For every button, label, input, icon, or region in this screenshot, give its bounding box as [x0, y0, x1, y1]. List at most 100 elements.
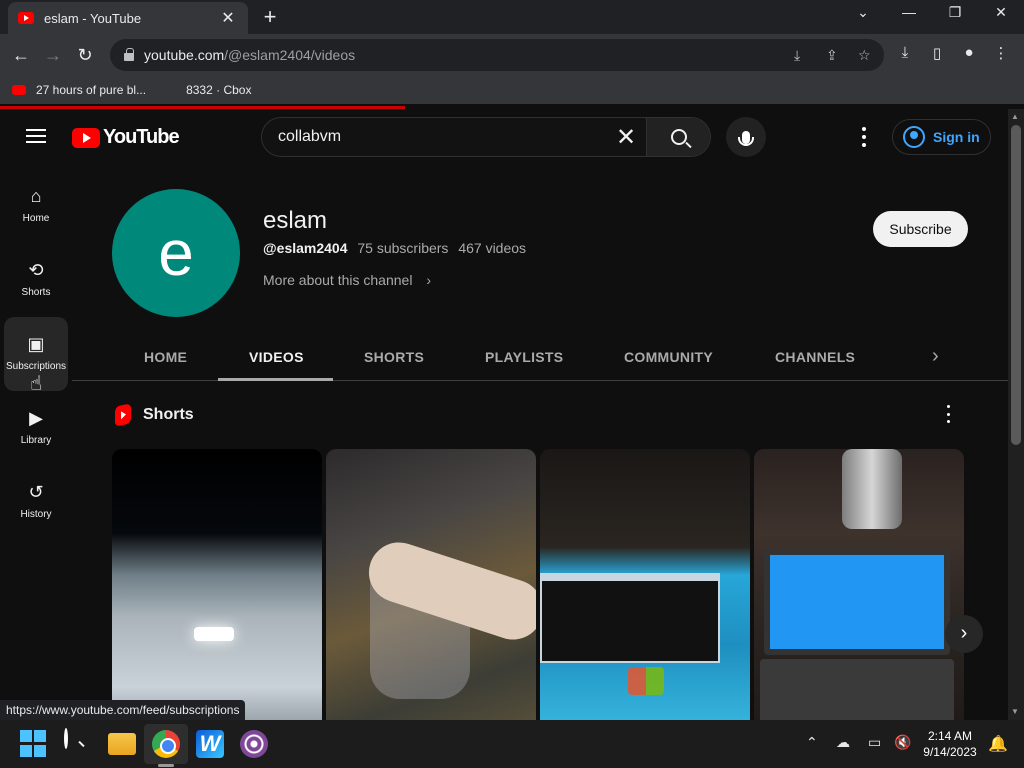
channel-name: eslam [263, 207, 328, 234]
guide-label: History [20, 509, 52, 520]
chrome-menu-icon[interactable]: ⋮ [990, 44, 1012, 62]
file-explorer-icon[interactable] [108, 733, 136, 755]
subscriptions-icon: ▣ [27, 334, 45, 354]
guide-item-history[interactable]: ↺ History [4, 465, 68, 539]
short-thumbnail[interactable] [754, 449, 964, 720]
tab-videos[interactable]: VIDEOS [249, 349, 304, 365]
shorts-logo-icon [115, 403, 131, 427]
guide-menu-icon[interactable] [26, 129, 46, 143]
tor-browser-icon[interactable] [240, 730, 268, 758]
account-icon [903, 126, 925, 148]
browser-tab-strip: eslam - YouTube ✕ + ⌄ — ❐ ✕ [0, 0, 1024, 34]
hand-cursor-icon: ☝ [30, 373, 43, 395]
selected-tab-indicator [218, 378, 333, 381]
tab-channels[interactable]: CHANNELS [775, 349, 855, 365]
shorts-shelf-title: Shorts [143, 406, 194, 423]
close-window-button[interactable]: ✕ [986, 4, 1016, 21]
channel-tabs: HOME VIDEOS SHORTS PLAYLISTS COMMUNITY C… [72, 337, 1008, 381]
bookmark-label: 27 hours of pure bl... [36, 83, 147, 97]
channel-avatar[interactable]: e [112, 189, 240, 317]
w-app-icon[interactable]: W [196, 730, 224, 758]
network-icon[interactable]: ▭ [868, 734, 881, 751]
short-thumbnail[interactable] [326, 449, 536, 720]
page-scrollbar[interactable]: ▲ ▼ [1008, 109, 1024, 720]
guide-item-shorts[interactable]: ⟲ Shorts [4, 243, 68, 317]
tab-shorts[interactable]: SHORTS [364, 349, 424, 365]
youtube-play-icon [72, 127, 100, 148]
chrome-icon[interactable] [152, 730, 180, 758]
taskbar-clock[interactable]: 2:14 AM 9/14/2023 [922, 728, 978, 760]
voice-search-button[interactable] [726, 117, 766, 157]
close-tab-icon[interactable]: ✕ [218, 8, 238, 28]
profile-icon[interactable]: ● [958, 44, 980, 61]
video-count: 467 videos [458, 240, 527, 256]
new-tab-button[interactable]: + [258, 4, 282, 30]
reload-button[interactable]: ↻ [72, 42, 98, 68]
search-button[interactable] [646, 118, 710, 156]
browser-toolbar: ← → ↻ youtube.com/@eslam2404/videos ⤓ ⇪ … [0, 34, 1024, 76]
channel-handle: @eslam2404 [263, 240, 348, 256]
short-thumbnail[interactable] [540, 449, 750, 720]
scroll-down-icon[interactable]: ▼ [1011, 707, 1019, 716]
show-hidden-icons-icon[interactable]: ⌃ [806, 734, 818, 751]
scroll-up-icon[interactable]: ▲ [1011, 112, 1019, 121]
taskbar-search-button[interactable] [64, 728, 92, 758]
shelf-menu-icon[interactable] [942, 405, 954, 423]
start-button[interactable] [20, 730, 48, 758]
tabs-next-icon[interactable]: › [932, 345, 939, 368]
tab-title: eslam - YouTube [44, 10, 142, 26]
link-status-bubble: https://www.youtube.com/feed/subscriptio… [0, 700, 246, 720]
tab-community[interactable]: COMMUNITY [624, 349, 713, 365]
downloads-icon[interactable]: ⤓ [894, 44, 916, 61]
clock-time: 2:14 AM [927, 729, 973, 743]
bookmark-item[interactable]: 8332 · Cbox [186, 83, 251, 97]
shorts-icon: ⟲ [28, 260, 44, 280]
youtube-favicon-icon [18, 12, 34, 24]
youtube-logo-text: YouTube [103, 126, 180, 148]
short-thumbnail[interactable] [112, 449, 322, 720]
onedrive-icon[interactable]: ☁ [836, 734, 850, 751]
lock-icon[interactable] [124, 48, 134, 61]
guide-label: Shorts [21, 287, 51, 298]
search-input[interactable]: collabvm [262, 128, 606, 146]
subscribe-button[interactable]: Subscribe [873, 211, 968, 247]
running-app-indicator [158, 764, 174, 767]
youtube-logo[interactable]: YouTube [72, 126, 180, 149]
bookmarks-bar: 27 hours of pure bl... 8332 · Cbox [0, 76, 1024, 104]
sign-in-label: Sign in [933, 129, 980, 145]
history-icon: ↺ [28, 482, 44, 502]
guide-label: Home [22, 213, 50, 224]
tab-home[interactable]: HOME [144, 349, 187, 365]
bookmark-item[interactable]: 27 hours of pure bl... [12, 83, 146, 97]
scrollbar-thumb[interactable] [1011, 125, 1021, 445]
install-app-icon[interactable]: ⤓ [794, 47, 800, 64]
more-about-label: More about this channel [263, 272, 413, 288]
volume-muted-icon[interactable]: 🔇 [894, 734, 911, 751]
search-icon [670, 129, 687, 145]
clock-date: 9/14/2023 [923, 745, 977, 759]
bookmark-star-icon[interactable]: ☆ [858, 47, 871, 64]
taskbar: W ⌃ ☁ ▭ 🔇 2:14 AM 9/14/2023 🔔 [0, 720, 1024, 768]
tab-playlists[interactable]: PLAYLISTS [485, 349, 563, 365]
clear-search-icon[interactable]: ✕ [606, 123, 646, 152]
more-about-channel-link[interactable]: More about this channel › [263, 272, 431, 288]
guide-item-library[interactable]: ▶ Library [4, 391, 68, 465]
shelf-next-button[interactable]: › [945, 615, 983, 653]
search-box: collabvm ✕ [261, 117, 711, 157]
share-icon[interactable]: ⇪ [826, 47, 838, 64]
youtube-page: YouTube collabvm ✕ Sign in ⌂ Home ⟲ Shor… [0, 109, 1008, 720]
notification-bell-icon[interactable]: 🔔 [988, 734, 1008, 754]
tab-search-icon[interactable]: ⌄ [848, 4, 878, 21]
guide-item-home[interactable]: ⌂ Home [4, 169, 68, 243]
address-bar[interactable]: youtube.com/@eslam2404/videos ⤓ ⇪ ☆ [110, 39, 884, 71]
settings-menu-icon[interactable] [858, 127, 870, 147]
restore-button[interactable]: ❐ [940, 4, 970, 21]
forward-button[interactable]: → [40, 42, 66, 68]
url-host: youtube.com [144, 47, 225, 63]
subscriber-count: 75 subscribers [357, 240, 449, 256]
browser-tab[interactable]: eslam - YouTube ✕ [8, 2, 248, 34]
back-button[interactable]: ← [8, 42, 34, 68]
minimize-button[interactable]: — [894, 4, 924, 20]
side-panel-icon[interactable]: ▯ [926, 44, 948, 62]
sign-in-button[interactable]: Sign in [892, 119, 991, 155]
